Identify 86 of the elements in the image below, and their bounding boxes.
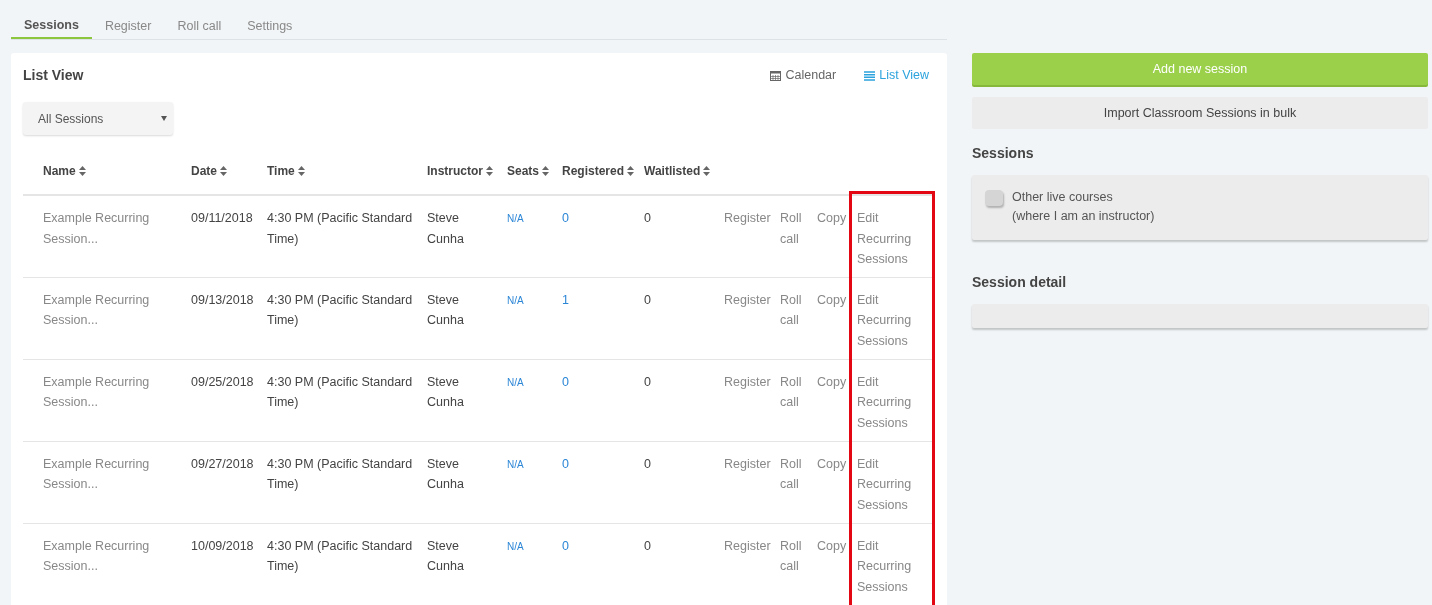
table-link[interactable]: N/A <box>507 540 524 552</box>
action-link[interactable]: Register <box>724 535 776 556</box>
toggle-label: Other live courses <box>1012 189 1114 206</box>
action-link[interactable]: Register <box>724 453 776 474</box>
action-link[interactable]: Copy <box>817 535 853 556</box>
sort-icon[interactable] <box>486 166 493 176</box>
table-link[interactable]: 0 <box>562 374 569 389</box>
calendar-icon <box>770 70 782 81</box>
toggle-sublabel: (where I am an instructor) <box>1012 207 1155 225</box>
tab[interactable]: Settings <box>234 0 306 39</box>
sort-icon[interactable] <box>542 166 550 176</box>
table-cell: Example Recurring Session... <box>43 456 150 491</box>
action-link[interactable]: Roll call <box>780 535 813 577</box>
table-cell: 09/13/2018 <box>191 292 254 307</box>
sort-icon[interactable] <box>297 166 305 176</box>
sort-icon[interactable] <box>703 166 711 176</box>
panel-title: List View <box>23 66 84 85</box>
column-header[interactable]: Date <box>191 164 217 178</box>
tab[interactable]: Sessions <box>11 0 92 39</box>
table-cell: Example Recurring Session... <box>43 538 150 573</box>
action-link[interactable]: Register <box>724 208 776 229</box>
table-cell-text: Steve Cunha <box>427 373 465 411</box>
table-cell-text: Steve Cunha <box>427 455 465 493</box>
action-link[interactable]: Edit Recurring Sessions <box>857 535 931 597</box>
column-header[interactable]: Instructor <box>427 164 483 178</box>
table-cell: 0 <box>644 538 651 553</box>
list-icon <box>864 70 876 81</box>
view-switch-link[interactable]: List View <box>858 65 935 86</box>
action-link[interactable]: Roll call <box>780 453 813 495</box>
table-link[interactable]: N/A <box>507 458 524 470</box>
action-link[interactable]: Copy <box>817 371 853 392</box>
action-link[interactable]: Copy <box>817 208 853 229</box>
action-link[interactable]: Edit Recurring Sessions <box>857 453 931 515</box>
table-cell-text: Steve Cunha <box>427 210 465 248</box>
action-link[interactable]: Edit Recurring Sessions <box>857 208 931 270</box>
table-cell: 09/27/2018 <box>191 456 254 471</box>
table-cell: Example Recurring Session... <box>43 211 150 246</box>
column-header[interactable]: Name <box>43 164 76 178</box>
table-link[interactable]: N/A <box>507 213 524 224</box>
sort-icon[interactable] <box>78 166 86 176</box>
tab[interactable]: Register <box>91 0 165 39</box>
import-button[interactable]: Import Classroom Sessions in bulk <box>972 97 1428 129</box>
table-cell: 0 <box>644 456 651 471</box>
dropdown-caret-icon <box>161 116 167 121</box>
action-link[interactable]: Copy <box>817 453 853 474</box>
section-title: Session detail <box>972 272 1068 292</box>
action-link[interactable]: Roll call <box>780 371 813 413</box>
table-cell: 0 <box>644 211 651 225</box>
table-cell: 0 <box>644 374 651 389</box>
table-cell: Example Recurring Session... <box>43 374 150 409</box>
column-header[interactable]: Waitlisted <box>644 164 701 178</box>
table-link[interactable]: 0 <box>562 456 569 471</box>
action-link[interactable]: Edit Recurring Sessions <box>857 289 931 351</box>
table-cell: Example Recurring Session... <box>43 292 150 327</box>
tab[interactable]: Roll call <box>164 0 235 39</box>
table-cell: 4:30 PM (Pacific Standard Time) <box>267 456 413 491</box>
table-cell: 09/11/2018 <box>191 211 253 225</box>
table-cell: 4:30 PM (Pacific Standard Time) <box>267 374 413 409</box>
action-link[interactable]: Copy <box>817 289 853 310</box>
section-title: Sessions <box>972 144 1035 163</box>
sort-icon[interactable] <box>220 166 227 176</box>
table-link[interactable]: 0 <box>562 211 569 225</box>
column-header[interactable]: Time <box>267 164 295 178</box>
table-link[interactable]: N/A <box>507 294 524 306</box>
toggle-switch[interactable] <box>985 190 1003 206</box>
table-link[interactable]: 1 <box>562 292 569 307</box>
session-filter-dropdown[interactable]: All Sessions <box>23 102 173 135</box>
action-link[interactable]: Register <box>724 371 776 392</box>
table-cell-text: Steve Cunha <box>427 537 465 575</box>
table-cell: 0 <box>644 292 651 307</box>
table-link[interactable]: N/A <box>507 376 524 388</box>
table-cell: 4:30 PM (Pacific Standard Time) <box>267 292 413 327</box>
table-cell: 4:30 PM (Pacific Standard Time) <box>267 538 413 573</box>
table-cell-text: Steve Cunha <box>427 291 465 329</box>
action-link[interactable]: Edit Recurring Sessions <box>857 371 931 433</box>
column-header[interactable]: Seats <box>507 164 540 178</box>
action-link[interactable]: Roll call <box>780 208 813 249</box>
sort-icon[interactable] <box>627 166 635 176</box>
action-link[interactable]: Register <box>724 289 776 310</box>
table-cell: 4:30 PM (Pacific Standard Time) <box>267 211 413 246</box>
table-cell: 10/09/2018 <box>191 538 254 553</box>
view-switch-link[interactable]: Calendar <box>764 65 843 86</box>
column-header[interactable]: Registered <box>562 164 625 178</box>
table-cell: 09/25/2018 <box>191 374 254 389</box>
action-link[interactable]: Roll call <box>780 289 813 331</box>
table-link[interactable]: 0 <box>562 538 569 553</box>
